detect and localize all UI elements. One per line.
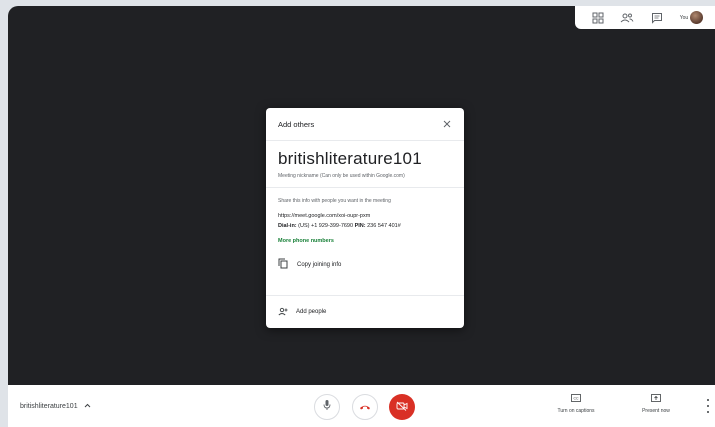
present-now-button[interactable]: Present now: [626, 394, 686, 414]
dial-in-number: (US) +1 929-399-7690: [298, 223, 354, 229]
dialog-title: Add others: [278, 119, 315, 129]
copy-joining-info-label: Copy joining info: [297, 262, 342, 268]
grid-view-icon[interactable]: [591, 11, 605, 25]
joining-info-section: Share this info with people you want in …: [266, 188, 464, 271]
meeting-details-toggle[interactable]: britishliterature101: [20, 385, 91, 427]
meeting-name-label: britishliterature101: [20, 402, 78, 410]
avatar: [690, 11, 704, 24]
camera-button[interactable]: [389, 394, 415, 420]
svg-text:CC: CC: [573, 397, 579, 401]
nickname-note: Meeting nickname (Can only be used withi…: [278, 173, 405, 179]
meeting-window: You Add others britishliterature101 Meet…: [8, 6, 715, 427]
share-instructions: Share this info with people you want in …: [278, 198, 391, 204]
hang-up-icon: [359, 398, 371, 416]
pin-label: PIN:: [354, 223, 366, 229]
more-options-icon[interactable]: [705, 399, 711, 413]
present-icon: [651, 394, 661, 404]
you-label: You: [679, 14, 689, 21]
captions-button[interactable]: CC Turn on captions: [546, 394, 606, 414]
more-phone-numbers-link[interactable]: More phone numbers: [278, 238, 452, 244]
dialog-header: Add others: [266, 108, 464, 141]
add-people-label: Add people: [296, 309, 327, 315]
bottom-control-bar: britishliterature101 CC Turn on captions…: [8, 385, 715, 427]
chat-icon[interactable]: [650, 11, 664, 25]
close-icon[interactable]: [442, 119, 452, 129]
dial-in-info: Dial-in: (US) +1 929-399-7690 PIN: 236 5…: [278, 223, 452, 229]
pin-value: 236 547 401#: [367, 223, 401, 229]
microphone-icon: [322, 398, 332, 416]
meeting-link: https://meet.google.com/xoi-oupr-pxm: [278, 213, 371, 219]
nickname-section: britishliterature101 Meeting nickname (C…: [266, 141, 464, 188]
captions-icon: CC: [571, 394, 581, 404]
people-icon[interactable]: [620, 11, 634, 25]
meeting-nickname: britishliterature101: [278, 149, 422, 168]
leave-call-button[interactable]: [352, 394, 378, 420]
self-view[interactable]: You: [679, 11, 704, 24]
add-others-dialog: Add others britishliterature101 Meeting …: [266, 108, 464, 328]
dial-in-label: Dial-in:: [278, 223, 297, 229]
copy-joining-info-button[interactable]: Copy joining info: [278, 256, 452, 274]
top-right-panel: You: [575, 6, 715, 29]
camera-off-icon: [396, 398, 408, 416]
present-label: Present now: [642, 408, 670, 414]
microphone-button[interactable]: [314, 394, 340, 420]
copy-icon: [278, 256, 288, 274]
add-person-icon: [278, 303, 288, 321]
chevron-up-icon: [84, 403, 91, 410]
add-people-button[interactable]: Add people: [266, 295, 464, 328]
captions-label: Turn on captions: [557, 408, 595, 414]
